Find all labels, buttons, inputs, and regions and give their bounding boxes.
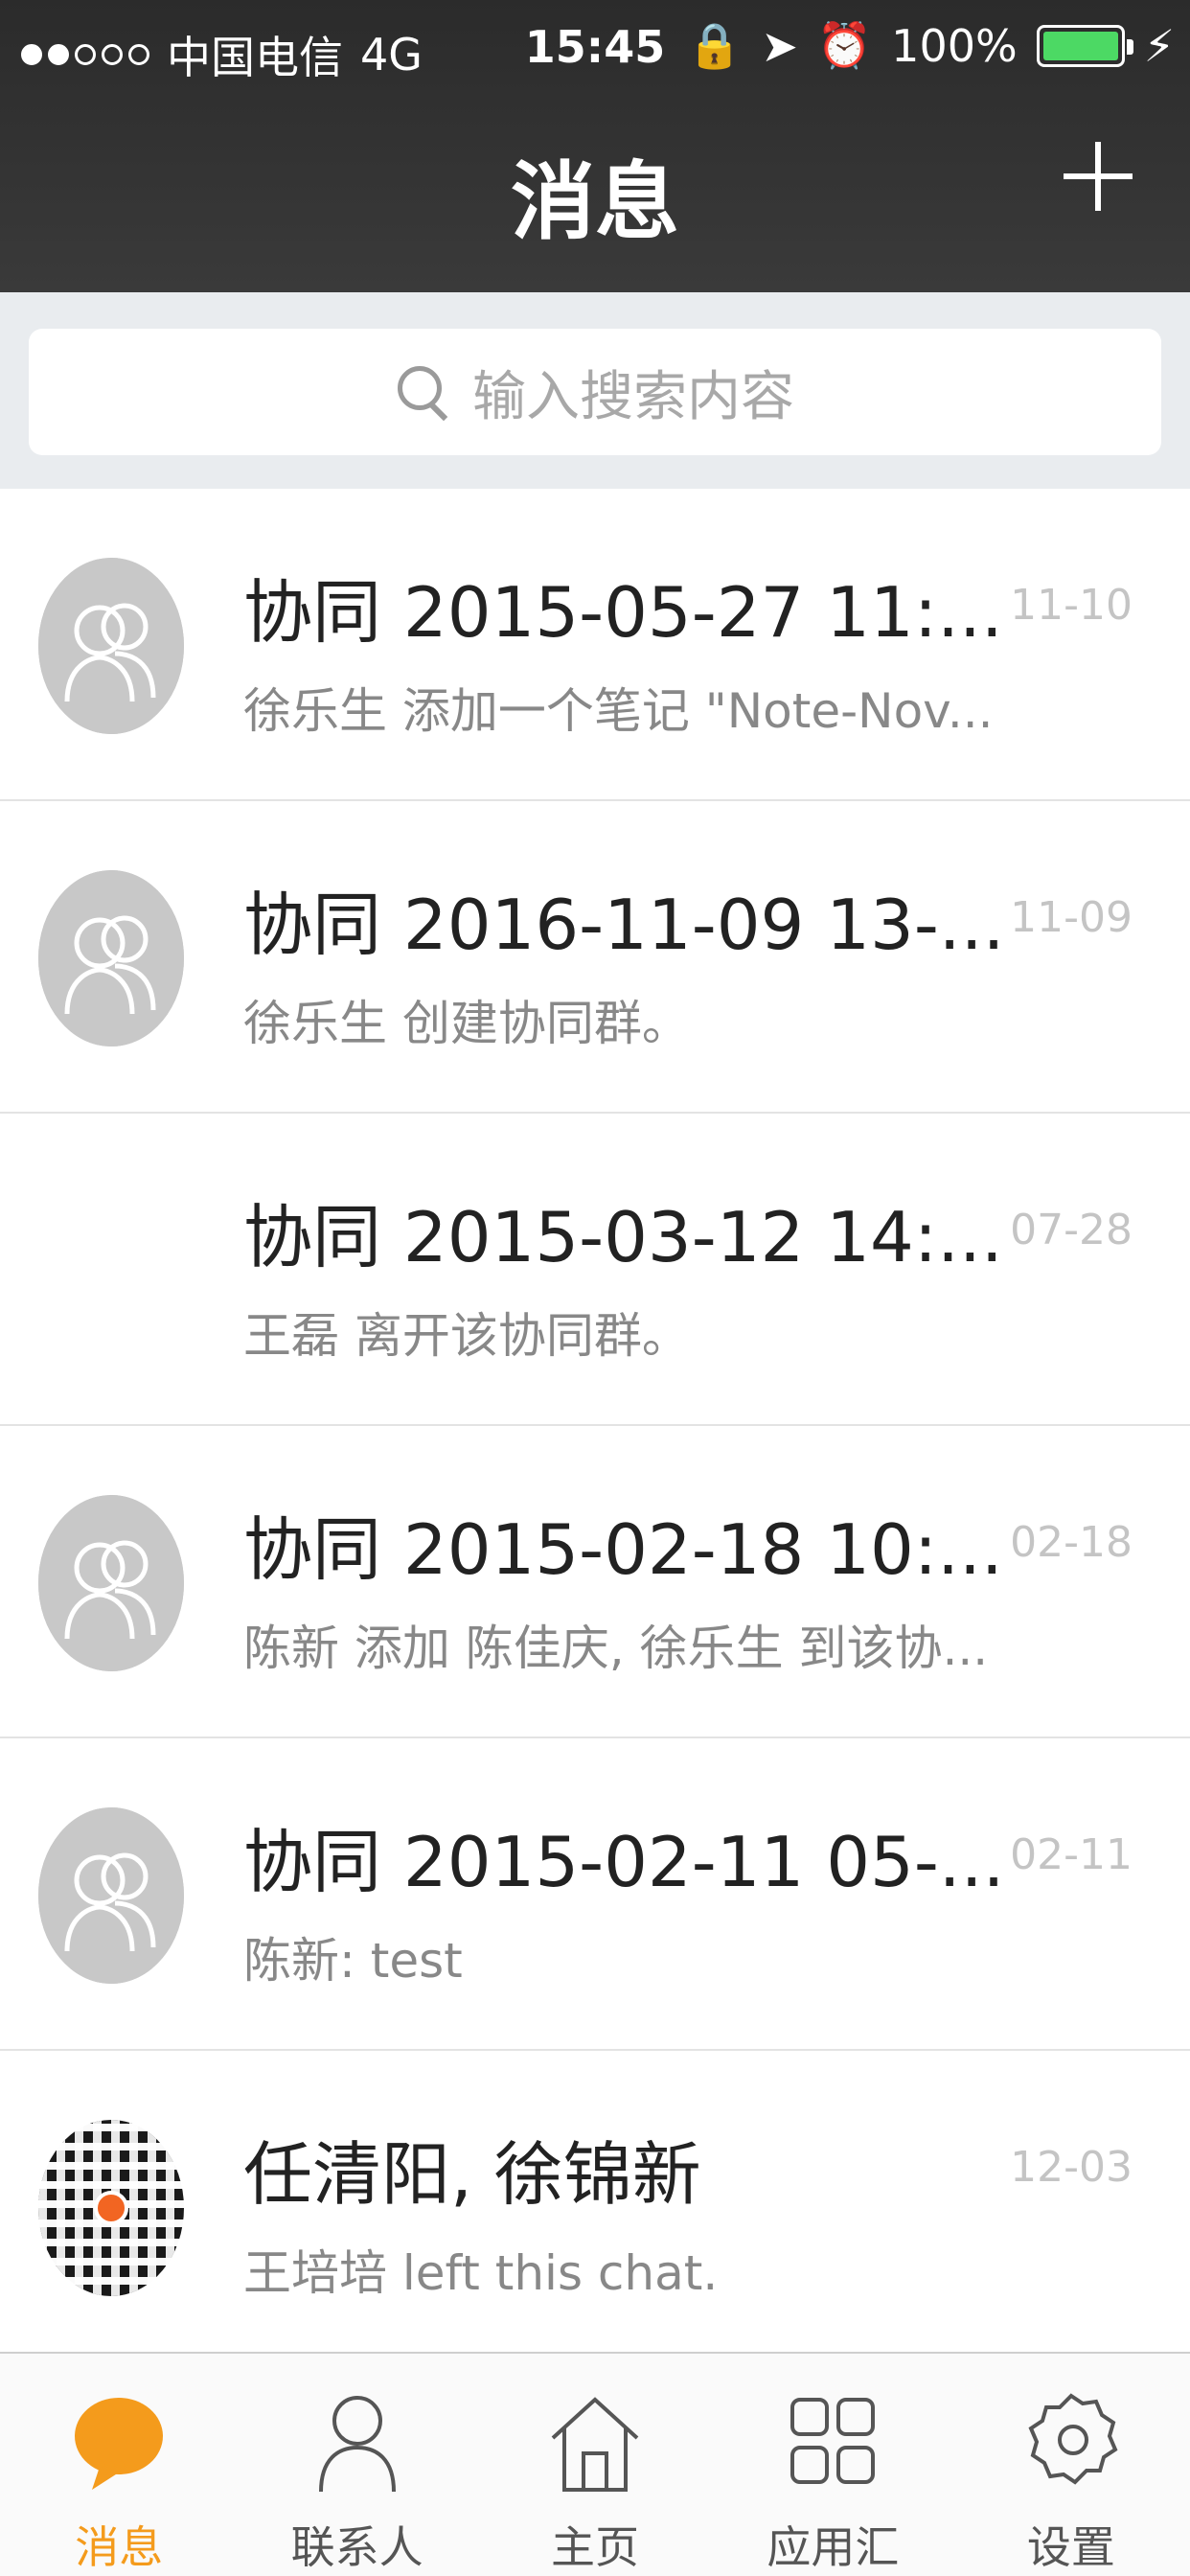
conversation-row[interactable]: 协同 2015-05-27 11:... 徐乐生 添加一个笔记 "Note-Nov… [0,489,1190,801]
tab-label: 消息 [75,2521,164,2573]
search-bar-container: 输入搜索内容 [0,292,1190,489]
conversation-title: 任清阳, 徐锦新 [243,2134,701,2215]
tab-label: 主页 [551,2521,640,2573]
tab-bar: 消息 联系人 主页 应用汇 设置 [0,2352,1190,2576]
page-title: 消息 [510,152,679,251]
group-avatar-icon [38,558,184,734]
qr-code-avatar [38,2120,184,2296]
group-avatar-icon [38,870,184,1046]
tab-home[interactable]: 主页 [476,2354,714,2576]
conversation-preview: 陈新: test [243,1933,463,1989]
group-avatar-icon [38,1807,184,1984]
conversation-date: 11-10 [1010,581,1133,630]
alarm-icon: ⏰ [816,19,873,71]
conversation-title: 协同 2015-05-27 11:... [243,572,1003,653]
conversation-preview: 陈新 添加 陈佳庆, 徐乐生 到该协... [243,1621,989,1676]
conversation-date: 12-03 [1010,2143,1133,2192]
tab-label: 应用汇 [767,2521,900,2573]
tab-label: 设置 [1026,2521,1115,2573]
tab-label: 联系人 [290,2521,423,2573]
group-avatar-icon [38,1495,184,1671]
charging-icon: ⚡ [1143,19,1175,72]
conversation-date: 02-18 [1010,1518,1133,1567]
group-avatar-icon [38,870,184,1046]
tab-chat-bubble[interactable]: 消息 [0,2354,238,2576]
conversation-preview: 徐乐生 添加一个笔记 "Note-Nov... [243,683,994,739]
tab-apps-grid[interactable]: 应用汇 [714,2354,951,2576]
conversation-row[interactable]: 协同 2015-03-12 14:... 王磊 离开该协同群。 07-28 [0,1114,1190,1426]
apps-grid-icon [785,2390,881,2494]
group-avatar-icon [38,558,184,734]
conversation-preview: 王培培 left this chat. [243,2245,719,2301]
search-input[interactable]: 输入搜索内容 [29,329,1161,455]
search-placeholder: 输入搜索内容 [472,365,794,428]
conversation-row[interactable]: 协同 2016-11-09 13-... 徐乐生 创建协同群。 11-09 [0,801,1190,1114]
conversation-preview: 王磊 离开该协同群。 [243,1308,690,1364]
group-avatar-icon [38,1495,184,1671]
conversation-preview: 徐乐生 创建协同群。 [243,996,690,1051]
conversation-title: 协同 2015-03-12 14:... [243,1197,1003,1277]
gear-icon [1023,2390,1119,2494]
group-avatar-icon [38,1807,184,1984]
status-bar: 中国电信 4G 15:45 🔒 ➤ ⏰ 100% ⚡ [0,0,1190,96]
conversation-title: 协同 2016-11-09 13-... [243,885,1005,965]
location-icon: ➤ [761,19,798,72]
conversation-row[interactable]: 协同 2015-02-18 10:... 陈新 添加 陈佳庆, 徐乐生 到该协..… [0,1426,1190,1738]
status-right: 🔒 ➤ ⏰ 100% ⚡ [687,19,1175,72]
conversation-list: 协同 2015-05-27 11:... 徐乐生 添加一个笔记 "Note-Nov… [0,489,1190,2363]
conversation-date: 11-09 [1010,893,1133,942]
conversation-row[interactable]: 任清阳, 徐锦新王培培 left this chat. 12-03 [0,2051,1190,2363]
person-icon [309,2390,405,2494]
conversation-title: 协同 2015-02-11 05-... [243,1822,1005,1902]
battery-percent: 100% [891,19,1018,72]
chat-bubble-icon [71,2390,167,2494]
battery-icon [1036,24,1133,67]
conversation-title: 协同 2015-02-18 10:... [243,1509,1003,1590]
top-bar: 中国电信 4G 15:45 🔒 ➤ ⏰ 100% ⚡ 消息 [0,0,1190,292]
conversation-date: 07-28 [1010,1206,1133,1254]
home-icon [547,2390,643,2494]
conversation-row[interactable]: 协同 2015-02-11 05-... 陈新: test 02-11 [0,1738,1190,2051]
rotation-lock-icon: 🔒 [687,19,743,71]
plus-icon[interactable] [1064,142,1133,211]
search-icon [396,364,451,420]
tab-gear[interactable]: 设置 [952,2354,1190,2576]
conversation-date: 02-11 [1010,1830,1133,1879]
tab-person[interactable]: 联系人 [238,2354,475,2576]
